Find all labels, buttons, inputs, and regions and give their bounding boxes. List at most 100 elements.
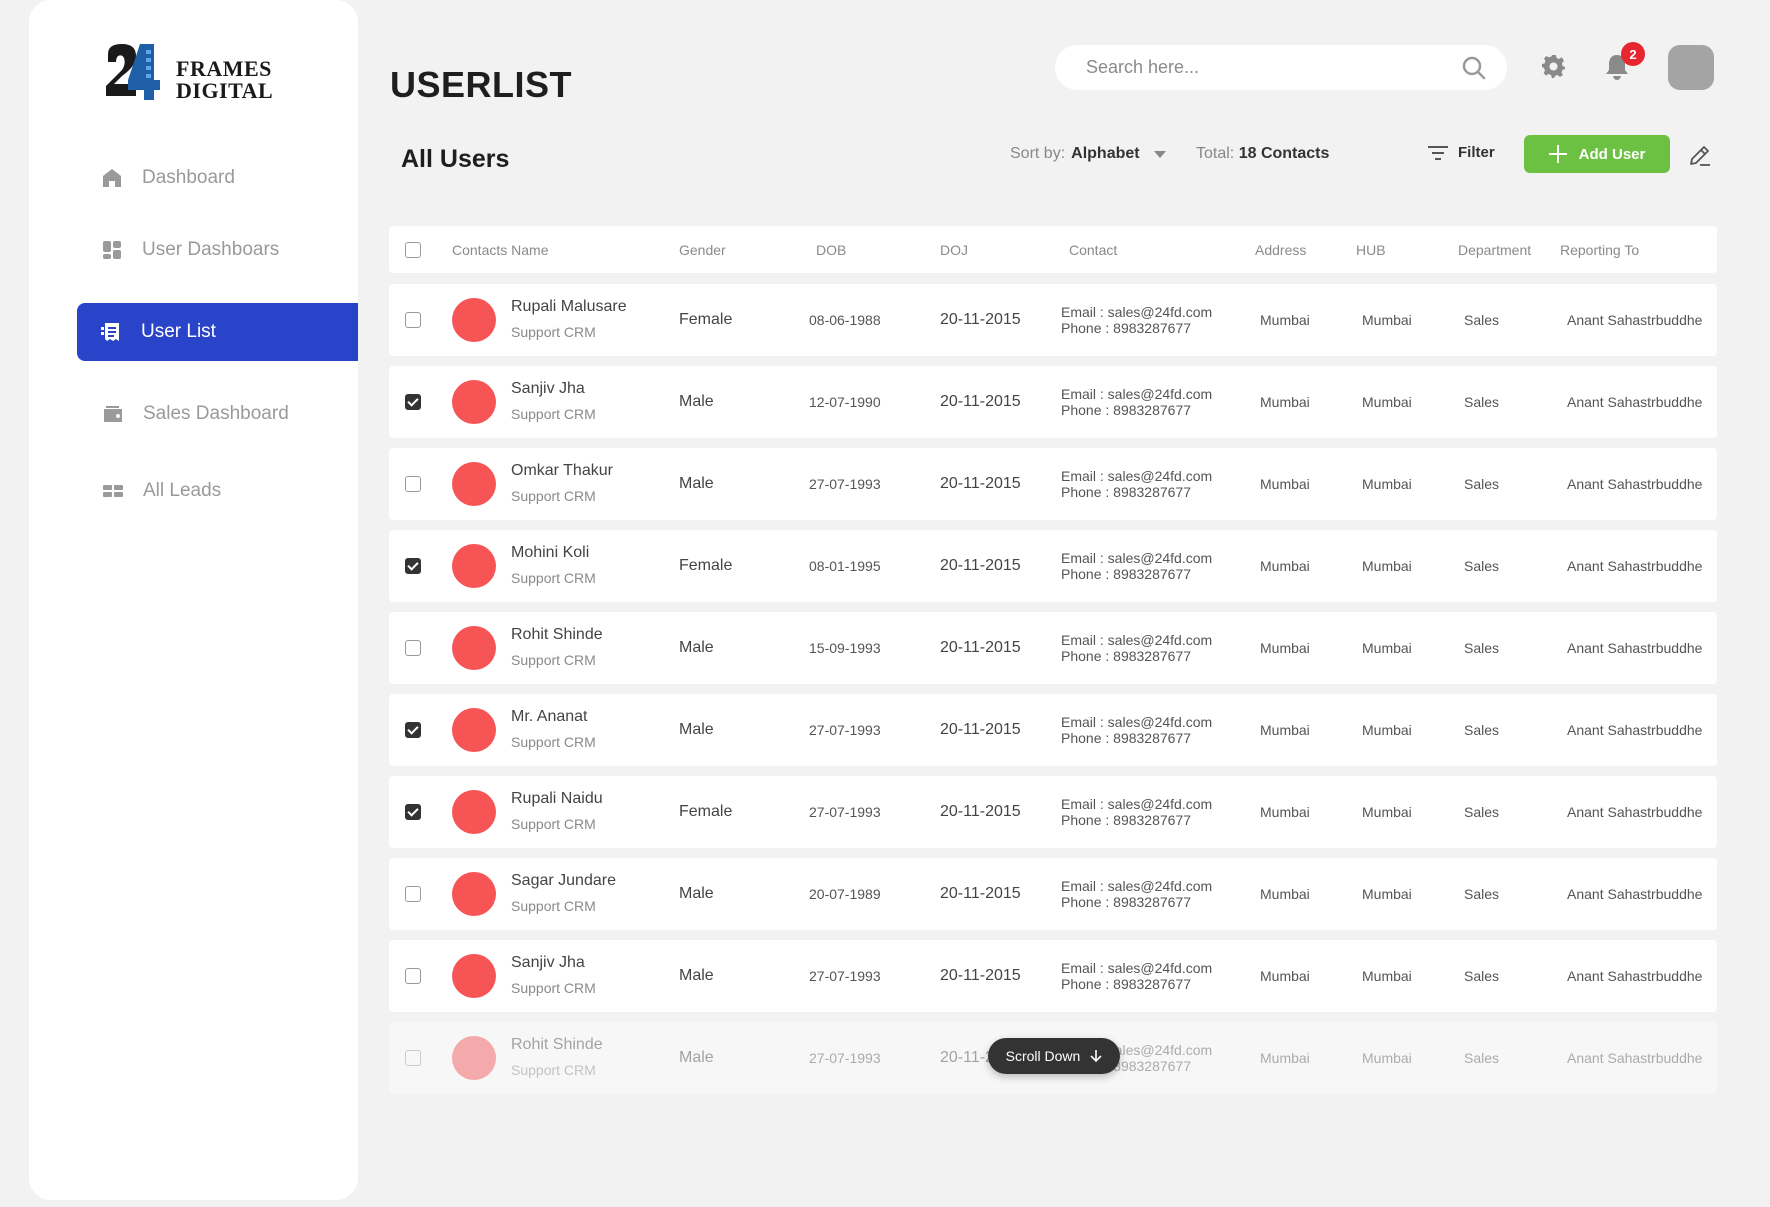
sidebar-item-sales-dashboard[interactable]: Sales Dashboard [101, 385, 358, 443]
address-cell: Mumbai [1260, 804, 1310, 820]
column-header-dob[interactable]: DOB [816, 242, 846, 258]
brand-logo[interactable]: FRAMES DIGITAL [104, 36, 304, 106]
scroll-down-label: Scroll Down [1005, 1048, 1081, 1064]
column-header-gender[interactable]: Gender [679, 242, 726, 258]
dob-cell: 08-01-1995 [809, 558, 881, 574]
row-checkbox[interactable] [405, 558, 421, 574]
contact-avatar [452, 872, 496, 916]
hub-cell: Mumbai [1362, 722, 1412, 738]
contact-name[interactable]: Omkar Thakur [511, 462, 613, 480]
hub-cell: Mumbai [1362, 640, 1412, 656]
column-header-reporting-to[interactable]: Reporting To [1560, 242, 1639, 258]
table-row[interactable]: Rupali Malusare Support CRM Female 08-06-19… [389, 284, 1717, 356]
gender-cell: Female [679, 311, 733, 328]
hub-cell: Mumbai [1362, 968, 1412, 984]
gender-cell: Male [679, 721, 714, 738]
avatar[interactable] [1668, 45, 1714, 90]
contact-name[interactable]: Rupali Malusare [511, 298, 627, 316]
row-checkbox[interactable] [405, 312, 421, 328]
sidebar-item-all-leads[interactable]: All Leads [101, 462, 358, 520]
row-checkbox[interactable] [405, 394, 421, 410]
sort-dropdown[interactable]: Sort by: Alphabet [1010, 145, 1166, 163]
sidebar: FRAMES DIGITAL Dashboard User Dashboars … [29, 0, 358, 1200]
row-checkbox[interactable] [405, 968, 421, 984]
contact-name[interactable]: Rohit Shinde [511, 1036, 603, 1054]
gender-cell: Male [679, 475, 714, 492]
gear-icon[interactable] [1542, 54, 1566, 78]
contact-role: Support CRM [511, 734, 596, 750]
home-icon [103, 169, 121, 187]
contact-role: Support CRM [511, 570, 596, 586]
row-checkbox[interactable] [405, 722, 421, 738]
contact-name[interactable]: Mr. Ananat [511, 708, 588, 726]
row-checkbox[interactable] [405, 640, 421, 656]
row-checkbox[interactable] [405, 476, 421, 492]
contact-name[interactable]: Sagar Jundare [511, 872, 616, 890]
column-header-department[interactable]: Department [1458, 242, 1531, 258]
doj-cell: 20-11-2015 [940, 803, 1021, 820]
edit-icon[interactable] [1688, 143, 1712, 167]
sidebar-item-user-list[interactable]: User List [77, 303, 358, 361]
row-checkbox[interactable] [405, 1050, 421, 1066]
contact-name[interactable]: Mohini Koli [511, 544, 589, 562]
contact-avatar [452, 380, 496, 424]
address-cell: Mumbai [1260, 968, 1310, 984]
gender-cell: Male [679, 639, 714, 656]
hub-cell: Mumbai [1362, 1050, 1412, 1066]
column-header-hub[interactable]: HUB [1356, 242, 1386, 258]
column-header-contact[interactable]: Contact [1069, 242, 1117, 258]
filter-icon [1428, 145, 1448, 160]
column-header-name[interactable]: Contacts Name [452, 242, 548, 258]
table-row[interactable]: Rohit Shinde Support CRM Male 15-09-1993 20-… [389, 612, 1717, 684]
hub-cell: Mumbai [1362, 476, 1412, 492]
table-row[interactable]: Omkar Thakur Support CRM Male 27-07-1993 20-… [389, 448, 1717, 520]
email-cell: Email : sales@24fd.com [1061, 796, 1213, 812]
table-row[interactable]: Mohini Koli Support CRM Female 08-01-1995 20… [389, 530, 1717, 602]
reporting-to-cell: Anant Sahastrbuddhe [1567, 558, 1703, 574]
contact-avatar [452, 1036, 496, 1080]
sidebar-item-label: User List [141, 321, 216, 342]
email-cell: Email : sales@24fd.com [1061, 878, 1213, 894]
table-row[interactable]: Mr. Ananat Support CRM Male 27-07-1993 20-11… [389, 694, 1717, 766]
add-user-button[interactable]: Add User [1524, 135, 1670, 173]
row-checkbox[interactable] [405, 886, 421, 902]
table-row[interactable]: Sagar Jundare Support CRM Male 20-07-1989 20… [389, 858, 1717, 930]
phone-cell: Phone : 8983287677 [1061, 402, 1192, 418]
email-cell: Email : sales@24fd.com [1061, 960, 1213, 976]
table-row[interactable]: Sanjiv Jha Support CRM Male 12-07-1990 20-11… [389, 366, 1717, 438]
contact-name[interactable]: Sanjiv Jha [511, 380, 585, 398]
department-cell: Sales [1464, 476, 1500, 492]
contact-avatar [452, 544, 496, 588]
sidebar-item-dashboard[interactable]: Dashboard [100, 149, 358, 207]
email-cell: Email : sales@24fd.com [1061, 304, 1213, 320]
address-cell: Mumbai [1260, 722, 1310, 738]
total-value: 18 Contacts [1238, 145, 1330, 162]
plus-icon [1548, 145, 1567, 163]
address-cell: Mumbai [1260, 1050, 1310, 1066]
filter-button[interactable]: Filter [1428, 144, 1495, 161]
table-row[interactable]: Rupali Naidu Support CRM Female 27-07-1993 2… [389, 776, 1717, 848]
contact-name[interactable]: Rupali Naidu [511, 790, 603, 808]
reporting-to-cell: Anant Sahastrbuddhe [1567, 1050, 1703, 1066]
gender-cell: Male [679, 885, 714, 902]
caret-down-icon [1153, 150, 1166, 158]
contact-name[interactable]: Sanjiv Jha [511, 954, 585, 972]
gender-cell: Female [679, 803, 733, 820]
doj-cell: 20-11-2015 [940, 721, 1021, 738]
department-cell: Sales [1464, 1050, 1500, 1066]
contact-name[interactable]: Rohit Shinde [511, 626, 603, 644]
table-row[interactable]: Sanjiv Jha Support CRM Male 27-07-1993 20-11… [389, 940, 1717, 1012]
phone-cell: Phone : 8983287677 [1061, 812, 1192, 828]
select-all-checkbox[interactable] [405, 241, 421, 258]
department-cell: Sales [1464, 886, 1500, 902]
sidebar-item-user-dashboards[interactable]: User Dashboars [100, 221, 358, 279]
dob-cell: 15-09-1993 [809, 640, 881, 656]
row-checkbox[interactable] [405, 804, 421, 820]
column-header-doj[interactable]: DOJ [940, 242, 968, 258]
search-icon[interactable] [1461, 55, 1487, 81]
column-header-address[interactable]: Address [1255, 242, 1306, 258]
search-bar[interactable] [1055, 45, 1507, 90]
search-input[interactable] [1086, 57, 1461, 78]
scroll-down-button[interactable]: Scroll Down [988, 1038, 1120, 1074]
reporting-to-cell: Anant Sahastrbuddhe [1567, 640, 1703, 656]
